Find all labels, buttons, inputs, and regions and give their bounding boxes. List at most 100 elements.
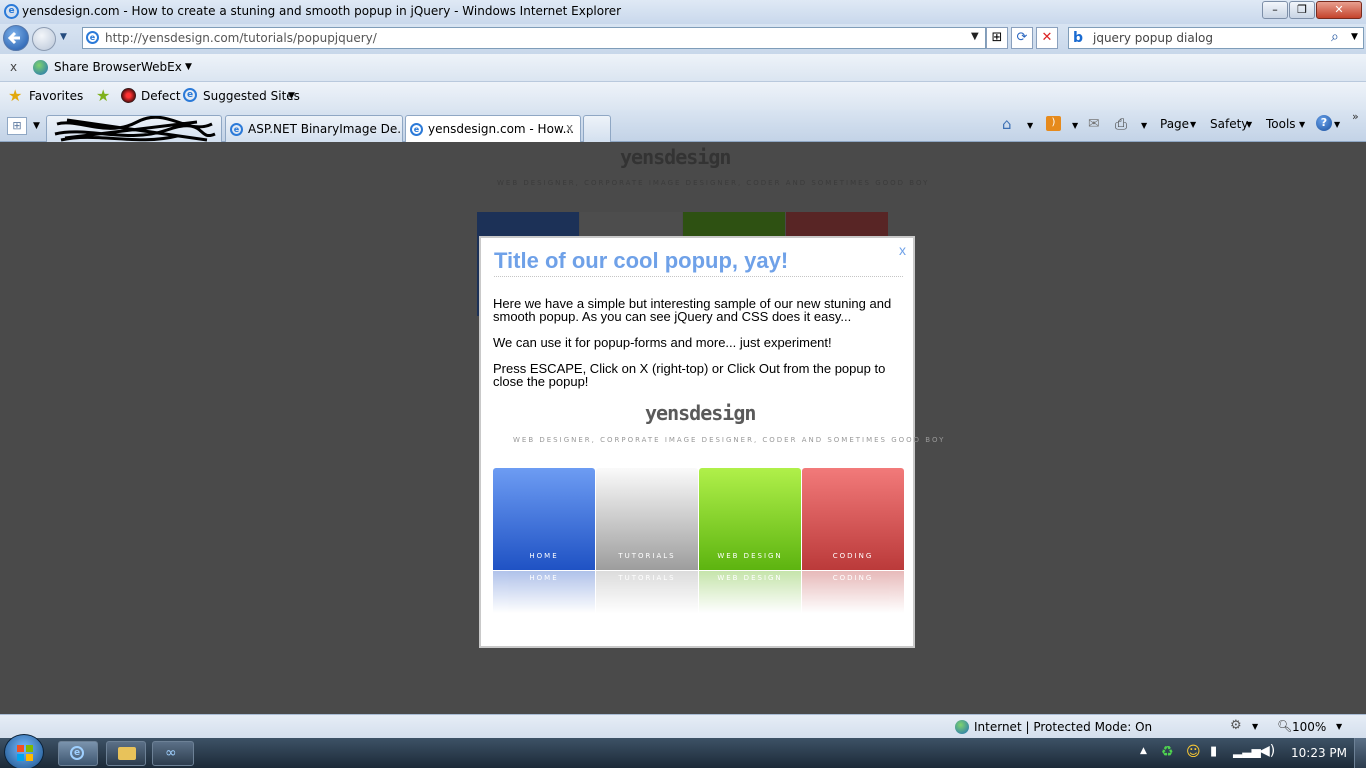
window-title: yensdesign.com - How to create a stuning… (22, 4, 622, 18)
help-dropdown-icon[interactable]: ▼ (1334, 120, 1340, 129)
search-box[interactable]: b jquery popup dialog ⌕ ▼ (1068, 27, 1364, 49)
safety-dropdown-icon: ▼ (1246, 120, 1253, 129)
address-url[interactable]: http://yensdesign.com/tutorials/popupjqu… (105, 31, 377, 45)
nav-webdesign-reflection: WEB DESIGN (699, 571, 801, 613)
nav-home-button[interactable]: HOME (493, 468, 595, 570)
tab-redacted[interactable] (46, 115, 222, 142)
add-favorite-icon[interactable]: ★ (96, 86, 110, 105)
search-query[interactable]: jquery popup dialog (1093, 31, 1213, 45)
nav-webdesign-button[interactable]: WEB DESIGN (699, 468, 801, 570)
tools-menu[interactable]: Tools (1266, 117, 1296, 131)
taskbar: e ∞ ▲ ♻ ☺ ▮ ▂▃▅ ◀︎) 10:23 PM (0, 734, 1366, 768)
webex-dropdown-icon[interactable]: ▼ (185, 62, 192, 72)
windows-logo-icon (17, 745, 33, 761)
tray-signal-icon[interactable]: ▂▃▅ (1233, 744, 1261, 758)
forward-button[interactable] (32, 27, 56, 51)
tab-page-icon: e (410, 123, 423, 136)
print-icon[interactable]: ⎙ (1115, 115, 1127, 133)
share-browser-button[interactable]: Share Browser (54, 60, 141, 74)
popup-dialog: x Title of our cool popup, yay! Here we … (479, 236, 943, 648)
protected-dropdown-icon[interactable]: ▼ (1252, 722, 1258, 731)
folder-icon (118, 747, 136, 760)
tray-network-app-icon[interactable]: ♻ (1161, 744, 1174, 760)
popup-paragraph-2: We can use it for popup-forms and more..… (493, 335, 832, 350)
nav-coding-button[interactable]: CODING (802, 468, 904, 570)
quick-tabs-icon[interactable]: ⊞ (7, 117, 27, 135)
popup-paragraph-1: Here we have a simple but interesting sa… (493, 296, 892, 324)
recent-pages-dropdown-icon[interactable]: ▼ (60, 32, 67, 42)
infinity-icon: ∞ (165, 745, 177, 761)
page-menu[interactable]: Page (1160, 117, 1189, 131)
tab-list-dropdown-icon[interactable]: ▼ (33, 121, 40, 131)
suggested-sites-link[interactable]: Suggested Sites (203, 89, 300, 103)
tab-aspnet[interactable]: e ASP.NET BinaryImage De... (225, 115, 403, 142)
maximize-button[interactable]: ❐ (1289, 1, 1315, 19)
home-icon[interactable]: ⌂ (1002, 115, 1012, 133)
nav-tutorials-button[interactable]: TUTORIALS (596, 468, 698, 570)
feeds-dropdown-icon[interactable]: ▼ (1072, 121, 1078, 130)
address-bar[interactable]: e http://yensdesign.com/tutorials/popupj… (82, 27, 986, 49)
protected-mode-icon[interactable]: ⚙ (1230, 718, 1242, 733)
chevron-more-icon[interactable]: » (1352, 110, 1359, 123)
close-tab-icon[interactable]: x (566, 121, 573, 135)
tab-label: yensdesign.com - How... (428, 122, 575, 136)
star-icon: ★ (8, 86, 23, 105)
compatibility-view-icon[interactable]: ⊞ (986, 27, 1008, 49)
safety-menu[interactable]: Safety (1210, 117, 1248, 131)
taskbar-explorer-button[interactable] (106, 741, 146, 766)
page-tagline: WEB DESIGNER, CORPORATE IMAGE DESIGNER, … (497, 179, 930, 187)
tray-device-icon[interactable]: ▮ (1210, 744, 1217, 759)
print-dropdown-icon[interactable]: ▼ (1141, 121, 1147, 130)
suggested-sites-icon: e (183, 88, 197, 102)
nav-home-reflection: HOME (493, 571, 595, 613)
tab-yensdesign[interactable]: e yensdesign.com - How... x (405, 115, 581, 142)
webex-button[interactable]: WebEx (141, 60, 182, 74)
help-icon[interactable]: ? (1316, 115, 1332, 131)
refresh-icon[interactable]: ⟳ (1011, 27, 1033, 49)
page-logo: yensdesign (620, 145, 731, 169)
ie-logo-icon: e (4, 4, 19, 19)
tray-volume-icon[interactable]: ◀︎) (1259, 743, 1275, 759)
favorites-button[interactable]: Favorites (29, 89, 83, 103)
ie-icon: e (70, 746, 84, 760)
zoom-dropdown-icon[interactable]: ▼ (1336, 722, 1342, 731)
close-toolbar-icon[interactable]: x (10, 60, 17, 74)
popup-logo: yensdesign (645, 401, 756, 425)
address-dropdown-icon[interactable]: ▼ (971, 31, 979, 42)
defect-icon (121, 88, 136, 103)
page-icon: e (86, 31, 99, 44)
back-button[interactable] (3, 25, 29, 51)
arrow-left-icon (7, 31, 20, 45)
taskbar-clock[interactable]: 10:23 PM (1291, 746, 1347, 760)
favorites-bar: ★ Favorites ★ Defect e Suggested Sites ▼ (0, 82, 1366, 110)
window-title-bar[interactable]: e yensdesign.com - How to create a stuni… (0, 0, 1366, 24)
tab-page-icon: e (230, 123, 243, 136)
search-dropdown-icon[interactable]: ▼ (1351, 32, 1358, 42)
mail-icon[interactable]: ✉ (1088, 116, 1100, 132)
new-tab-button[interactable] (583, 115, 611, 142)
suggested-sites-dropdown-icon[interactable]: ▼ (288, 91, 295, 101)
feeds-icon[interactable]: ) (1046, 116, 1061, 131)
zoom-level[interactable]: 100% (1292, 720, 1326, 734)
globe-icon (33, 60, 48, 75)
search-icon[interactable]: ⌕ (1331, 29, 1339, 45)
popup-paragraph-3: Press ESCAPE, Click on X (right-top) or … (493, 361, 886, 389)
show-desktop-button[interactable] (1354, 738, 1366, 768)
defect-link[interactable]: Defect (141, 89, 181, 103)
taskbar-ie-button[interactable]: e (58, 741, 98, 766)
tray-messenger-icon[interactable]: ☺ (1186, 744, 1201, 760)
address-row: ▼ e http://yensdesign.com/tutorials/popu… (0, 24, 1366, 54)
home-dropdown-icon[interactable]: ▼ (1027, 121, 1033, 130)
close-window-button[interactable]: ✕ (1316, 1, 1362, 19)
minimize-button[interactable]: – (1262, 1, 1288, 19)
start-button[interactable] (4, 734, 44, 768)
show-hidden-icons-icon[interactable]: ▲ (1140, 746, 1147, 756)
security-zone[interactable]: Internet | Protected Mode: On (974, 720, 1152, 734)
popup-tagline: WEB DESIGNER, CORPORATE IMAGE DESIGNER, … (513, 436, 946, 444)
stop-icon[interactable]: ✕ (1036, 27, 1058, 49)
bing-icon: b (1073, 30, 1084, 46)
tab-bar: ⊞ ▼ e ASP.NET BinaryImage De... e yensde… (0, 110, 1366, 142)
taskbar-app-button[interactable]: ∞ (152, 741, 194, 766)
zoom-icon: 🔍︎ (1277, 719, 1293, 733)
links-toolbar: x Share Browser WebEx ▼ (0, 54, 1366, 82)
